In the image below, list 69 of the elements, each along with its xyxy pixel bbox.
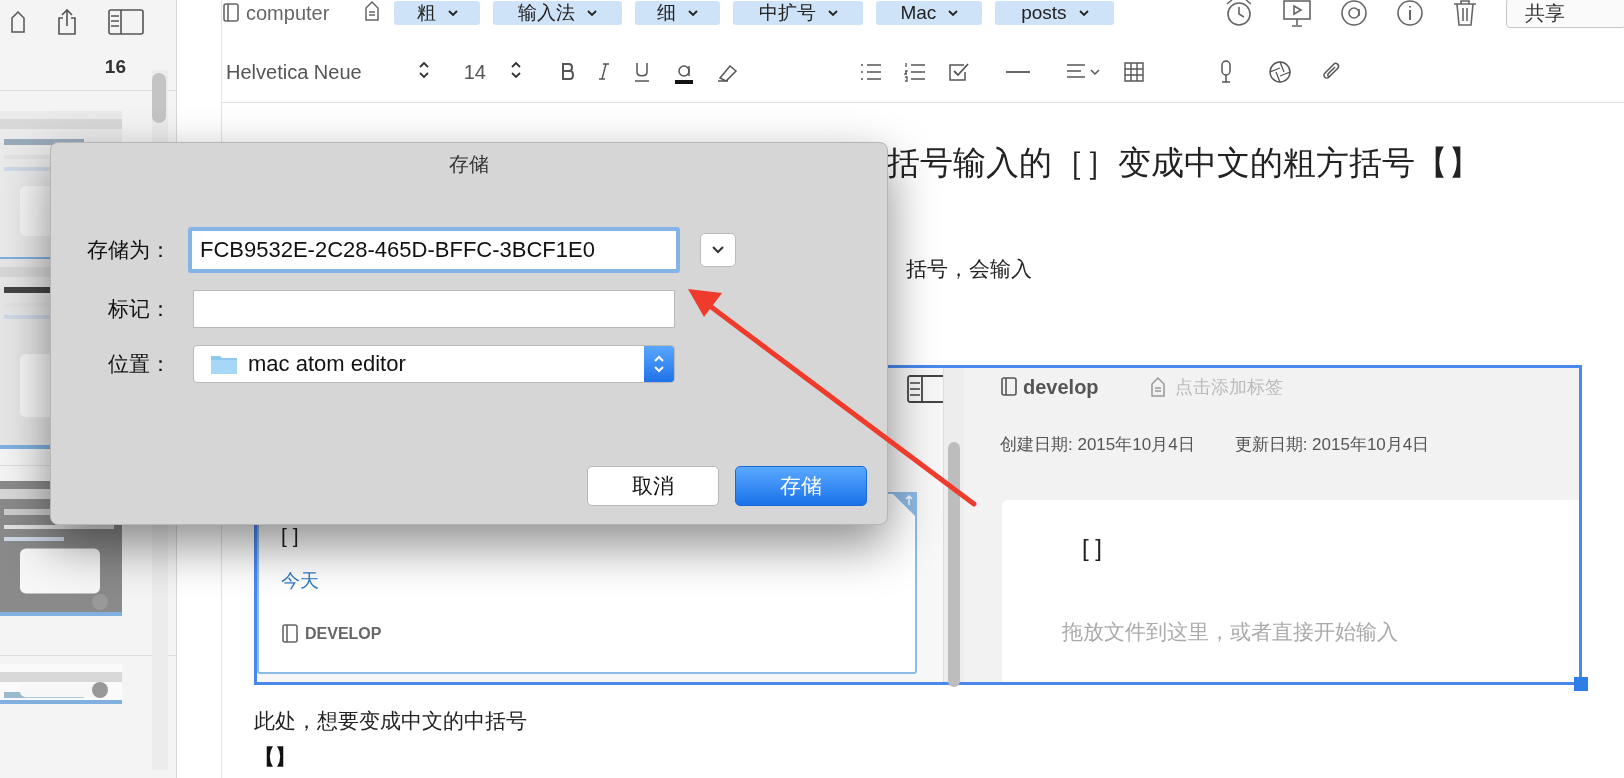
horizontal-rule-icon[interactable]: [1005, 70, 1030, 74]
note-text: 此处，想要变成中文的中括号: [254, 708, 528, 734]
caret-icon: [948, 9, 959, 17]
font-name[interactable]: Helvetica Neue: [226, 60, 362, 84]
info-icon[interactable]: [1396, 0, 1424, 27]
note-count: 16: [104, 56, 126, 78]
caret-icon: [447, 9, 458, 17]
notebook-icon: [222, 3, 240, 23]
tag-icon[interactable]: [10, 10, 26, 34]
share-button[interactable]: 共享: [1506, 0, 1624, 28]
editor-text: [ ]: [1082, 534, 1103, 562]
created-date: 创建日期: 2015年10月4日: [1000, 434, 1195, 456]
stepper-icon[interactable]: [509, 59, 522, 80]
highlighter-icon[interactable]: [715, 62, 740, 82]
presentation-icon[interactable]: [1282, 0, 1312, 28]
share-icon[interactable]: [56, 8, 78, 36]
caret-icon: [712, 246, 724, 254]
notebook-name[interactable]: computer: [246, 1, 330, 25]
tag-chip[interactable]: Mac: [876, 1, 983, 25]
note-text: 括号，会输入: [906, 256, 1033, 282]
table-icon[interactable]: [1123, 62, 1144, 82]
bold-icon[interactable]: [559, 62, 576, 82]
notebook-label: DEVELOP: [305, 625, 382, 643]
field-label: 存储为：: [86, 237, 172, 263]
editor-placeholder: 拖放文件到这里，或者直接开始输入: [1062, 619, 1399, 645]
field-label: 位置：: [107, 351, 172, 377]
resize-handle[interactable]: [1574, 677, 1588, 691]
updated-date: 更新日期: 2015年10月4日: [1234, 434, 1430, 456]
dialog-title: 存储: [448, 152, 490, 177]
bullet-list-icon[interactable]: [859, 63, 882, 81]
panel-toggle-icon[interactable]: [108, 8, 144, 36]
trash-icon[interactable]: [1452, 0, 1478, 27]
scrollbar-thumb[interactable]: [152, 73, 166, 123]
caret-icon: [688, 9, 699, 17]
note-text: 【】: [254, 744, 297, 770]
checkbox-icon[interactable]: [947, 62, 970, 82]
caret-icon: [587, 9, 598, 17]
aperture-icon[interactable]: [1267, 60, 1292, 84]
caret-icon: [827, 9, 838, 17]
note-card-text: [ ]: [281, 524, 300, 548]
filename-field[interactable]: FCB9532E-2C28-465D-BFFC-3BCF1E0: [188, 227, 680, 273]
tag-chip[interactable]: 细: [635, 1, 721, 25]
stepper-icon[interactable]: [417, 59, 430, 80]
notebook-icon: [1000, 377, 1018, 397]
location-popup[interactable]: mac atom editor: [193, 345, 675, 383]
note-heading: 括号输入的［］变成中文的粗方括号【】: [887, 143, 1482, 183]
tag-chip[interactable]: posts: [995, 1, 1115, 25]
cancel-button[interactable]: 取消: [587, 466, 719, 506]
caret-icon: [1078, 9, 1089, 17]
pin-corner-icon: [891, 492, 917, 518]
notebook-name: develop: [1023, 375, 1099, 399]
filename-field[interactable]: [193, 290, 675, 328]
numbered-list-icon[interactable]: [903, 62, 926, 82]
underline-icon[interactable]: [633, 61, 650, 83]
font-size[interactable]: 14: [463, 60, 486, 84]
notebook-icon: [281, 624, 299, 644]
italic-icon[interactable]: [597, 62, 610, 82]
tag-chip[interactable]: 中扩号: [733, 1, 864, 25]
expand-button[interactable]: [700, 233, 736, 267]
at-sign-icon[interactable]: [1340, 0, 1368, 27]
stepper-icon: [652, 353, 666, 375]
alarm-clock-icon[interactable]: [1224, 0, 1254, 28]
field-label: 标记：: [107, 296, 172, 322]
note-card-date: 今天: [281, 569, 320, 593]
folder-icon: [210, 353, 238, 375]
align-icon[interactable]: [1065, 63, 1102, 81]
tag-chip[interactable]: 粗: [394, 1, 481, 25]
tag-chip[interactable]: 输入法: [493, 1, 623, 25]
tag-icon[interactable]: [363, 0, 382, 22]
